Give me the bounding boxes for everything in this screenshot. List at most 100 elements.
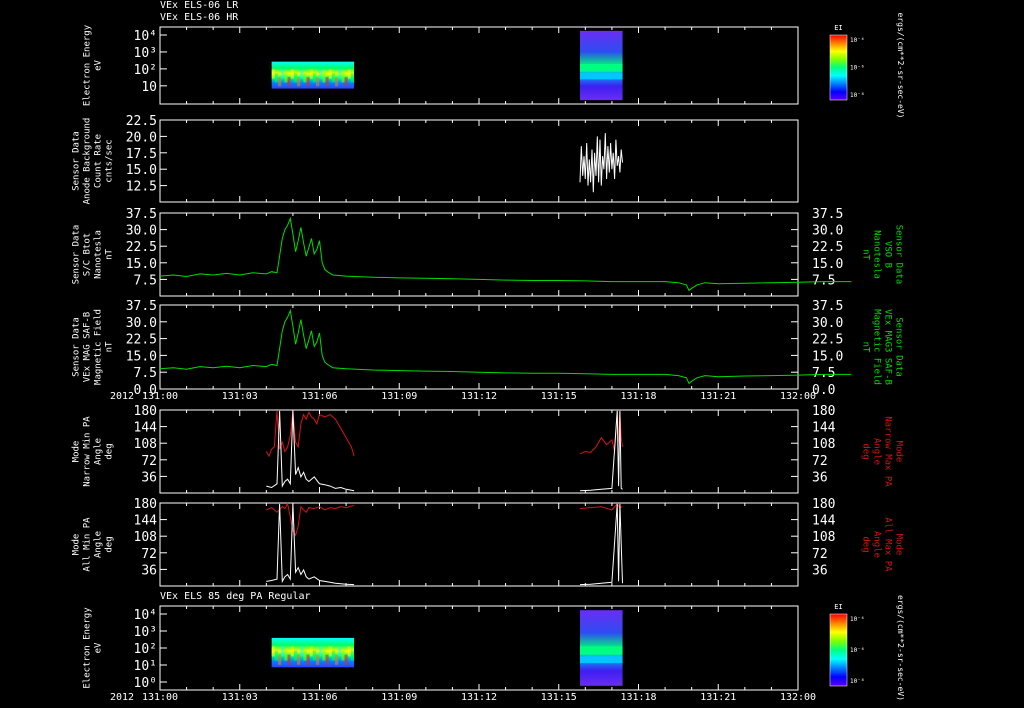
panel7: 10⁴ 10³ 10² 10¹ 10⁰ EI 10⁻⁴ 10⁻⁶ 10⁻⁸ (134, 603, 865, 691)
y-tick-label: 10⁴ (134, 29, 157, 44)
heatmap-cell (325, 77, 329, 87)
panel4-right-label-line-2: Magnetic Field (872, 309, 882, 385)
panel-frame (159, 502, 799, 587)
y-tick-label-right: 72 (812, 454, 828, 469)
y-tick-label-right: 22.5 (812, 333, 843, 348)
x-tick-label: 131:00 (142, 391, 178, 402)
heatmap-cell (316, 654, 320, 665)
panel2: 22.520.0 17.515.0 12.5 (126, 114, 799, 203)
heatmap-band (580, 656, 623, 664)
heatmap-band (580, 646, 623, 655)
panel3-right-label-line-0: Sensor Data (894, 225, 904, 285)
heatmap-cell (300, 69, 304, 79)
y-tick-label: 20.0 (126, 130, 157, 145)
y-tick-label: 36 (141, 563, 157, 578)
y-tick-label: 37.5 (126, 207, 157, 222)
heatmap-cell (350, 73, 355, 83)
panel3-series-0-seg-0 (159, 216, 852, 292)
panel3: 37.5 37.530.0 30.022.5 22.515.0 15.07.5 7.5 (126, 207, 852, 297)
panel5-ylabel-line-0: Mode (72, 441, 82, 463)
panel1: 10⁴ 10³ 10² 10 EI 10⁻⁴ 10⁻⁶ 10⁻⁸ (134, 24, 864, 105)
y-tick-label: 22.5 (126, 114, 157, 129)
y-tick-label-right: 180 (812, 404, 835, 419)
panel6: 180 180144 144108 10872 7236 36 (134, 497, 836, 587)
y-tick-label: 10⁰ (134, 676, 157, 691)
panel7-ylabel-line-0: Electron Energy (83, 607, 93, 689)
heatmap-cell (331, 650, 336, 661)
heatmap-cell (284, 73, 288, 83)
panel5-ylabel-line-1: Narrow Min PA (83, 416, 93, 487)
heatmap-cell (284, 650, 288, 661)
panel3-right-label-line-2: Nanotesla (872, 230, 882, 279)
y-tick-label: 37.5 (126, 299, 157, 314)
x-tick-label: 131:12 (461, 391, 497, 402)
x-tick-label: 131:06 (301, 391, 337, 402)
x-tick-label: 131:09 (381, 391, 417, 402)
y-tick-label: 22.5 (126, 240, 157, 255)
heatmap-cell (312, 650, 317, 661)
y-tick-label: 10¹ (134, 659, 157, 674)
panel-frame (159, 605, 799, 691)
heatmap-cell (350, 650, 355, 661)
panel6-right-label-line-3: deg (861, 536, 871, 552)
panel2-ylabel-line-1: Anode Background (83, 118, 93, 205)
panel6-series-1-seg-0 (266, 503, 355, 586)
panel4-right-label-line-1: VEx MAG3 SAF-B (883, 309, 893, 385)
heatmap-cell (312, 73, 317, 83)
heatmap-cell (287, 77, 291, 87)
y-tick-label: 10³ (134, 46, 157, 61)
y-tick-label: 17.5 (126, 147, 157, 162)
heatmap-cell (274, 73, 278, 83)
heatmap-cell (277, 77, 282, 87)
x-tick-label: 131:21 (700, 391, 736, 402)
panel6-ylabel-line-3: deg (105, 536, 115, 552)
panel5-right-label-line-3: deg (861, 443, 871, 459)
panel5-series-1-seg-1 (579, 410, 623, 492)
y-tick-label-right: 30.0 (812, 316, 843, 331)
y-tick-label: 10⁴ (134, 608, 157, 623)
panel5-right-label-line-0: Mode (894, 441, 904, 463)
panel5-ylabel-line-2: Angle (94, 438, 104, 465)
panel1-ylabel-line-1: eV (94, 60, 104, 71)
panel5-right-label-line-2: Angle (872, 438, 882, 465)
y-tick-label: 72 (141, 454, 157, 469)
heatmap-cell (271, 69, 275, 79)
y-tick-label: 72 (141, 547, 157, 562)
x-tick-label: 131:15 (541, 692, 577, 703)
y-tick-label-right: 22.5 (812, 240, 843, 255)
panel4-ylabel-line-2: Magnetic Field (94, 309, 104, 385)
panel4-ylabel-line-3: nT (105, 341, 115, 352)
heatmap-cell (297, 654, 301, 665)
panel6-ylabel-line-0: Mode (72, 534, 82, 556)
heatmap-cell (293, 650, 298, 661)
x-tick-label: 131:15 (541, 391, 577, 402)
x-tick-label: 132:00 (780, 391, 816, 402)
panel-frame (159, 26, 799, 105)
panel6-series-0-seg-1 (579, 503, 623, 511)
heatmap-cell (341, 73, 345, 83)
panel5: 180 180144 144108 10872 7236 36 (134, 404, 836, 494)
heatmap-cell (347, 646, 351, 657)
panel7-title: VEx ELS 85 deg PA Regular (160, 591, 311, 602)
panel6-ylabel-line-2: Angle (94, 531, 104, 558)
heatmap-cell (325, 654, 329, 665)
panel4-series-0-seg-0 (159, 308, 852, 385)
panel6-right-label-line-2: Angle (872, 531, 882, 558)
y-tick-label: 36 (141, 470, 157, 485)
x-tick-label: 131:18 (620, 391, 656, 402)
panel6-series-1-seg-1 (579, 503, 623, 586)
colorbar-tick-label: 10⁻⁴ (850, 37, 864, 44)
heatmap-cell (303, 650, 307, 661)
heatmap-cell (300, 646, 304, 657)
y-tick-label-right: 15.0 (812, 349, 843, 364)
heatmap-cell (293, 73, 298, 83)
colorbar-units: ergs/(cm**2-sr-sec-eV) (896, 13, 905, 119)
y-tick-label-right: 144 (812, 421, 836, 436)
y-tick-label-right: 37.5 (812, 299, 843, 314)
y-tick-label: 10 (141, 80, 157, 95)
heatmap-cell (309, 69, 313, 79)
panel4-right-label-line-0: Sensor Data (894, 317, 904, 377)
colorbar-tick-label: 10⁻⁶ (850, 647, 864, 654)
panel5-ylabel-line-3: deg (105, 443, 115, 459)
y-tick-label: 30.0 (126, 316, 157, 331)
